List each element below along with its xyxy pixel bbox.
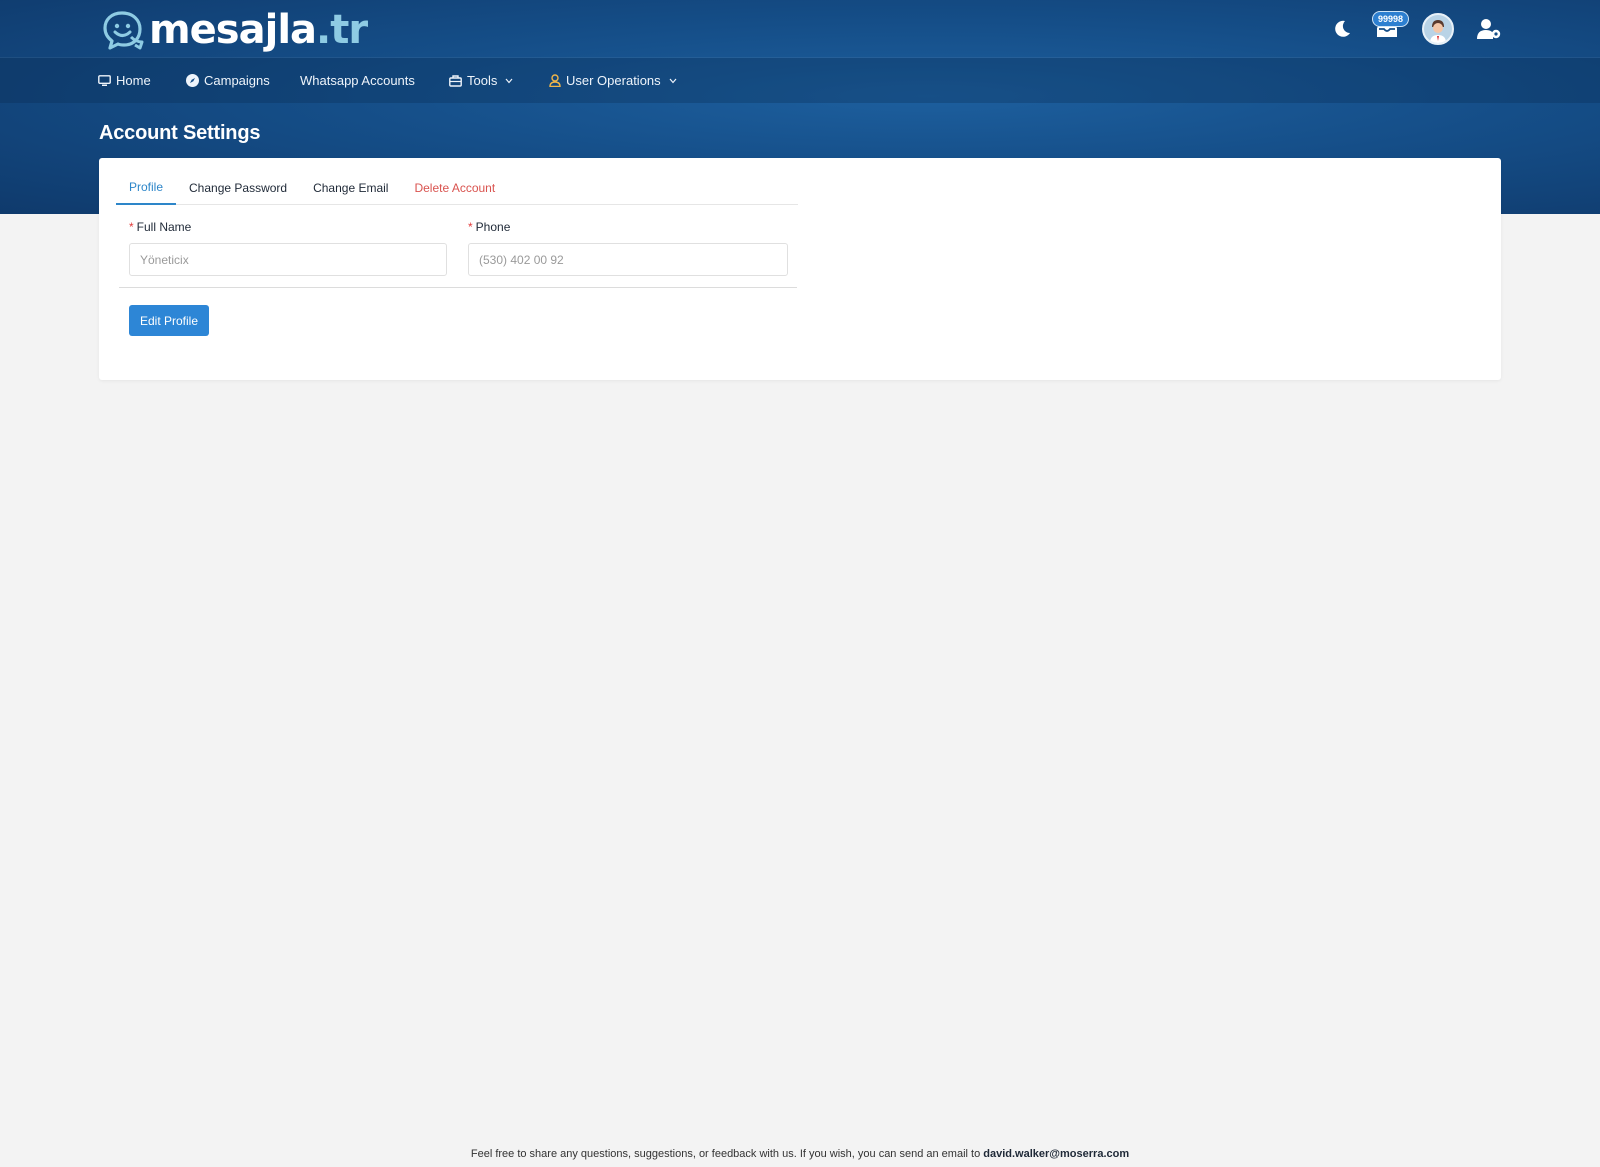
tab-change-email[interactable]: Change Email bbox=[300, 176, 401, 205]
compass-icon bbox=[186, 74, 199, 87]
full-name-input[interactable] bbox=[129, 243, 447, 276]
main-nav: Home Campaigns Whatsapp Accounts Tools U… bbox=[0, 58, 1600, 103]
edit-profile-button[interactable]: Edit Profile bbox=[129, 305, 210, 336]
footer: Feel free to share any questions, sugges… bbox=[0, 1148, 1600, 1160]
monitor-icon bbox=[98, 74, 111, 86]
notification-badge: 99998 bbox=[1372, 11, 1410, 27]
account-settings-card: Profile Change Password Change Email Del… bbox=[99, 158, 1501, 380]
full-name-label: * Full Name bbox=[129, 220, 192, 234]
user-icon bbox=[549, 74, 561, 87]
notifications-button[interactable]: 99998 bbox=[1372, 11, 1410, 40]
nav-item-user-operations[interactable]: User Operations bbox=[549, 58, 682, 103]
nav-item-label: Tools bbox=[467, 73, 498, 88]
brand-logo[interactable]: mesajla.tr bbox=[101, 6, 368, 54]
avatar[interactable] bbox=[1422, 13, 1454, 45]
nav-item-tools[interactable]: Tools bbox=[449, 58, 518, 103]
form-divider bbox=[119, 287, 797, 288]
full-name-field: * Full Name bbox=[129, 219, 447, 276]
chat-smile-icon bbox=[103, 11, 144, 50]
tab-change-password[interactable]: Change Password bbox=[176, 176, 300, 205]
brand-name: mesajla.tr bbox=[149, 7, 368, 53]
nav-item-label: User Operations bbox=[566, 73, 661, 88]
user-avatar-icon bbox=[1424, 15, 1452, 43]
tab-profile[interactable]: Profile bbox=[116, 176, 177, 205]
chevron-down-icon bbox=[505, 78, 513, 83]
nav-item-campaigns[interactable]: Campaigns bbox=[186, 58, 270, 103]
nav-item-home[interactable]: Home bbox=[98, 58, 151, 103]
nav-item-label: Home bbox=[116, 73, 151, 88]
topbar: mesajla.tr 99998 bbox=[0, 0, 1600, 58]
moon-icon bbox=[1335, 20, 1350, 37]
user-settings-icon bbox=[1477, 19, 1501, 39]
footer-text: Feel free to share any questions, sugges… bbox=[470, 1148, 984, 1160]
chevron-down-icon bbox=[669, 78, 677, 83]
nav-item-label: Campaigns bbox=[204, 73, 270, 88]
tab-delete-account[interactable]: Delete Account bbox=[401, 176, 508, 205]
nav-item-label: Whatsapp Accounts bbox=[300, 73, 415, 88]
toolbox-icon bbox=[449, 74, 462, 87]
phone-input[interactable] bbox=[468, 243, 788, 276]
user-settings-button[interactable] bbox=[1476, 18, 1502, 40]
page-title: Account Settings bbox=[99, 122, 261, 144]
settings-tabs: Profile Change Password Change Email Del… bbox=[116, 176, 798, 205]
footer-email-link[interactable]: david.walker@moserra.com bbox=[983, 1148, 1129, 1160]
nav-item-whatsapp-accounts[interactable]: Whatsapp Accounts bbox=[300, 58, 415, 103]
topbar-actions: 99998 bbox=[1310, 10, 1502, 48]
dark-mode-toggle[interactable] bbox=[1332, 19, 1352, 39]
required-marker: * bbox=[468, 220, 473, 234]
phone-field: * Phone bbox=[468, 219, 788, 276]
phone-label: * Phone bbox=[468, 220, 511, 234]
required-marker: * bbox=[129, 220, 134, 234]
